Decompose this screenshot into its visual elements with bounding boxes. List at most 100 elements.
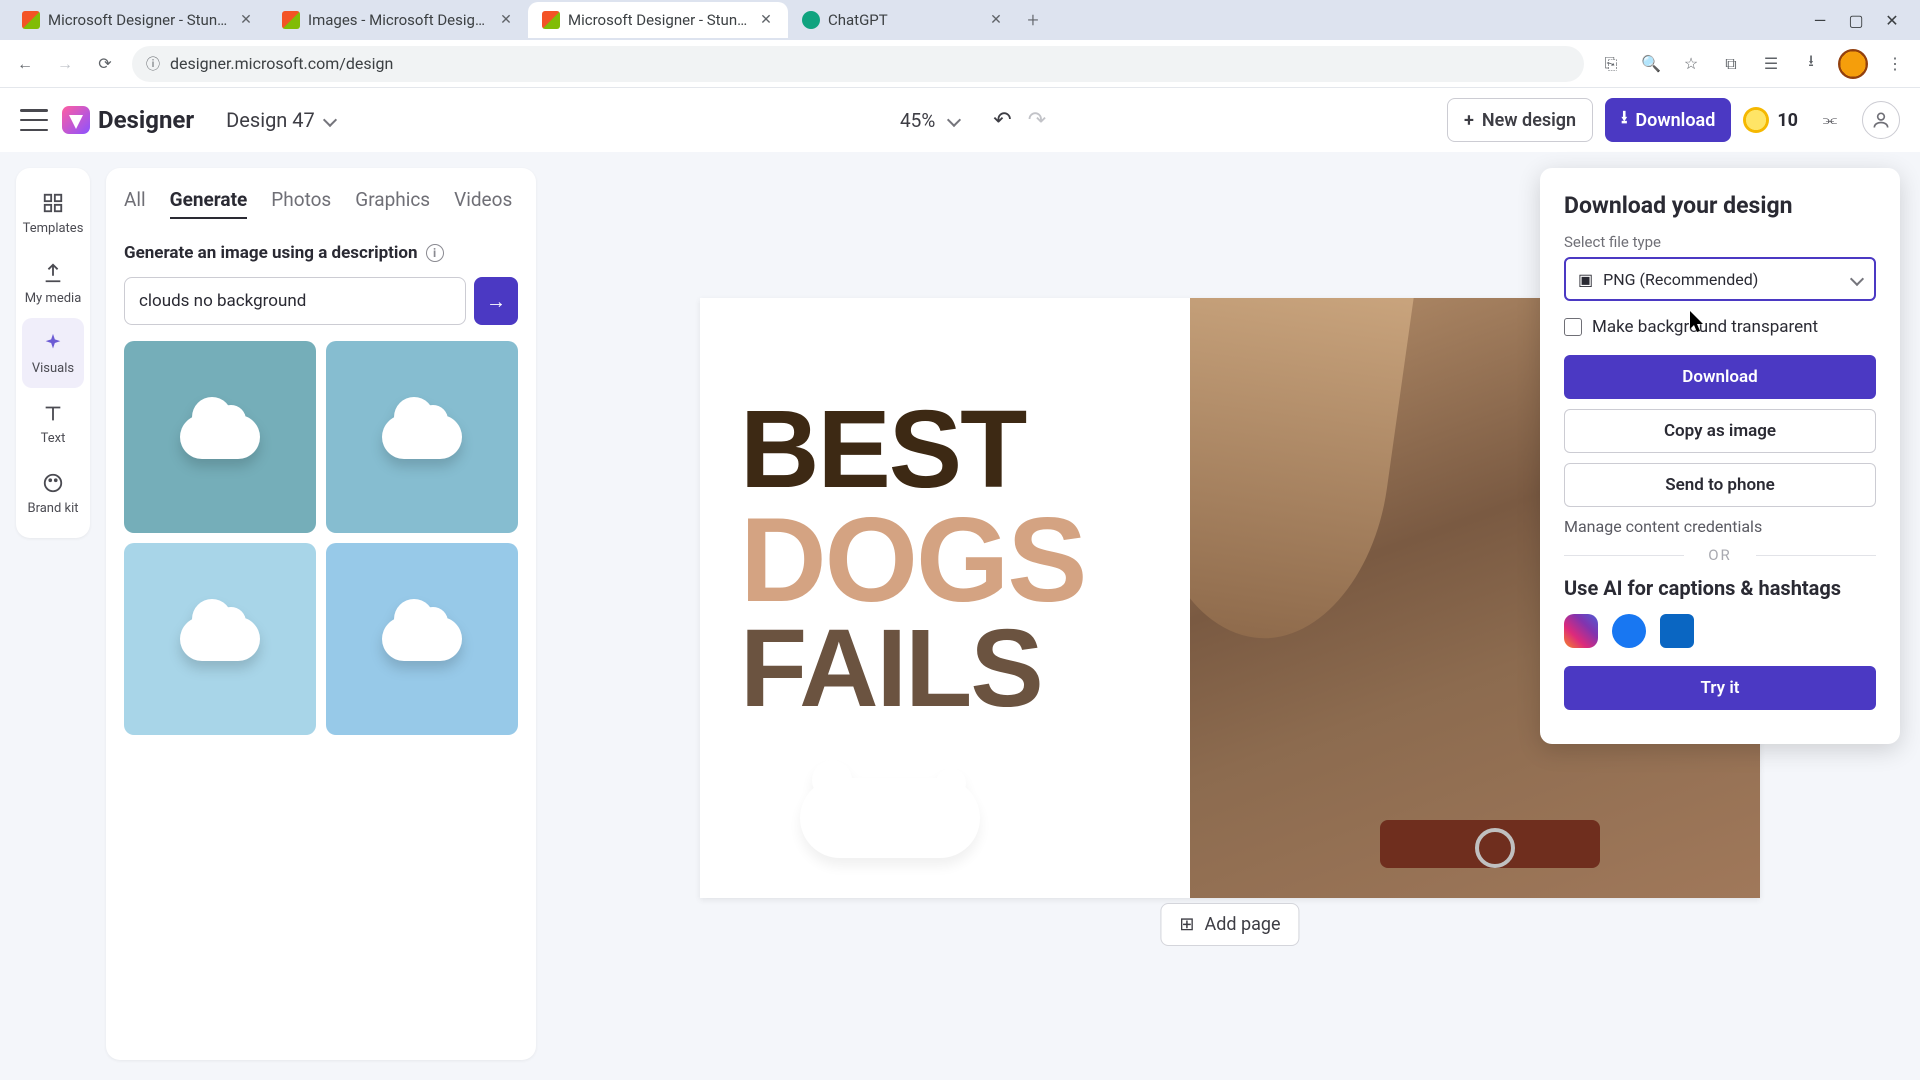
profile-avatar[interactable] [1838, 49, 1868, 79]
workspace: Templates My media Visuals Text Brand ki… [0, 152, 1920, 1080]
social-icons [1564, 614, 1876, 648]
download-popover: Download your design Select file type ▣ … [1540, 168, 1900, 744]
rail-label: Text [41, 431, 66, 446]
rail-mymedia[interactable]: My media [16, 248, 90, 318]
zoom-icon[interactable]: 🔍 [1638, 51, 1664, 77]
generate-button[interactable]: → [474, 277, 518, 325]
tab-all[interactable]: All [124, 188, 146, 219]
url-text: designer.microsoft.com/design [170, 54, 393, 73]
tab-videos[interactable]: Videos [454, 188, 512, 219]
linkedin-icon[interactable] [1660, 614, 1694, 648]
bookmark-icon[interactable]: ☆ [1678, 51, 1704, 77]
templates-icon [40, 190, 66, 216]
minimize-icon[interactable]: — [1810, 10, 1830, 30]
popover-title: Download your design [1564, 192, 1876, 219]
tab-generate[interactable]: Generate [170, 188, 248, 219]
result-thumbnail[interactable] [326, 543, 518, 735]
result-thumbnail[interactable] [326, 341, 518, 533]
rail-visuals[interactable]: Visuals [22, 318, 84, 388]
copy-image-button[interactable]: Copy as image [1564, 409, 1876, 453]
tab-title: Images - Microsoft Designer [308, 11, 490, 29]
new-design-button[interactable]: + New design [1447, 98, 1593, 142]
browser-tab[interactable]: Images - Microsoft Designer ✕ [268, 2, 528, 38]
tab-title: Microsoft Designer - Stunning [568, 11, 750, 29]
reload-icon[interactable]: ⟳ [92, 51, 118, 77]
share-icon[interactable]: ⫘ [1810, 100, 1850, 140]
account-icon[interactable] [1862, 101, 1900, 139]
browser-tab-active[interactable]: Microsoft Designer - Stunning ✕ [528, 2, 788, 38]
tab-graphics[interactable]: Graphics [355, 188, 430, 219]
panel-tabs: All Generate Photos Graphics Videos [124, 188, 518, 219]
logo-mark-icon [62, 106, 90, 134]
headline-line-3[interactable]: FAILS [740, 617, 1150, 722]
url-input[interactable]: ⓘ designer.microsoft.com/design [132, 46, 1584, 82]
zoom-level[interactable]: 45% [900, 109, 935, 132]
chevron-down-icon[interactable] [947, 113, 961, 127]
transparent-checkbox[interactable]: Make background transparent [1564, 317, 1876, 337]
tab-title: ChatGPT [828, 11, 980, 29]
file-type-select[interactable]: ▣ PNG (Recommended) [1564, 257, 1876, 301]
instagram-icon[interactable] [1564, 614, 1598, 648]
cloud-element[interactable] [800, 778, 1000, 878]
chevron-down-icon [1850, 272, 1864, 286]
extensions-icon[interactable]: ⧉ [1718, 51, 1744, 77]
favicon-microsoft [542, 11, 560, 29]
ai-heading: Use AI for captions & hashtags [1564, 576, 1876, 600]
rail-label: Visuals [32, 361, 74, 376]
designer-logo[interactable]: Designer [62, 106, 194, 134]
site-info-icon[interactable]: ⓘ [146, 54, 160, 74]
window-close-icon[interactable]: ✕ [1882, 10, 1902, 30]
app-header: Designer Design 47 45% ↶ ↷ + New design … [0, 88, 1920, 152]
close-icon[interactable]: ✕ [988, 12, 1004, 28]
close-icon[interactable]: ✕ [758, 12, 774, 28]
maximize-icon[interactable]: ▢ [1846, 10, 1866, 30]
plus-icon: + [1464, 110, 1474, 131]
download-button[interactable]: ⭳ Download [1605, 98, 1731, 142]
popover-download-button[interactable]: Download [1564, 355, 1876, 399]
design-name-dropdown[interactable]: Design 47 [226, 108, 335, 132]
kebab-menu-icon[interactable]: ⋮ [1882, 51, 1908, 77]
browser-tab[interactable]: ChatGPT ✕ [788, 2, 1018, 38]
headline-line-1[interactable]: BEST [740, 398, 1150, 503]
new-tab-button[interactable]: + [1018, 5, 1048, 35]
rail-templates[interactable]: Templates [16, 178, 90, 248]
result-thumbnail[interactable] [124, 341, 316, 533]
plus-square-icon: ⊞ [1179, 914, 1194, 935]
install-app-icon[interactable]: ⎘ [1598, 51, 1624, 77]
credits-counter[interactable]: 10 [1743, 107, 1798, 133]
manage-label: Manage content credentials [1564, 517, 1762, 536]
try-it-label: Try it [1701, 678, 1740, 698]
send-phone-button[interactable]: Send to phone [1564, 463, 1876, 507]
menu-icon[interactable] [20, 109, 48, 131]
forward-icon: → [52, 51, 78, 77]
prompt-input[interactable] [124, 277, 466, 325]
back-icon[interactable]: ← [12, 51, 38, 77]
image-icon: ▣ [1578, 270, 1593, 289]
close-icon[interactable]: ✕ [238, 12, 254, 28]
rail-brandkit[interactable]: Brand kit [16, 458, 90, 528]
result-thumbnail[interactable] [124, 543, 316, 735]
close-icon[interactable]: ✕ [498, 12, 514, 28]
tab-photos[interactable]: Photos [271, 188, 331, 219]
rail-text[interactable]: Text [16, 388, 90, 458]
headline-line-2[interactable]: DOGS [740, 503, 1150, 617]
tab-title: Microsoft Designer - Stunning [48, 11, 230, 29]
transparent-label: Make background transparent [1592, 317, 1818, 337]
canvas-text-area[interactable]: BEST DOGS FAILS [700, 298, 1190, 898]
text-icon [40, 400, 66, 426]
manage-credentials-link[interactable]: Manage content credentials [1564, 517, 1876, 536]
reading-list-icon[interactable]: ☰ [1758, 51, 1784, 77]
browser-tab[interactable]: Microsoft Designer - Stunning ✕ [8, 2, 268, 38]
facebook-icon[interactable] [1612, 614, 1646, 648]
try-it-button[interactable]: Try it [1564, 666, 1876, 710]
copy-label: Copy as image [1664, 421, 1776, 441]
rail-label: Brand kit [27, 501, 78, 516]
sparkle-icon [40, 330, 66, 356]
palette-icon [40, 470, 66, 496]
redo-icon: ↷ [1028, 108, 1046, 133]
info-icon[interactable]: i [426, 244, 444, 262]
undo-icon[interactable]: ↶ [993, 108, 1011, 133]
add-page-button[interactable]: ⊞ Add page [1160, 903, 1299, 946]
chevron-down-icon [323, 113, 337, 127]
downloads-icon[interactable]: ⭳ [1798, 51, 1824, 77]
